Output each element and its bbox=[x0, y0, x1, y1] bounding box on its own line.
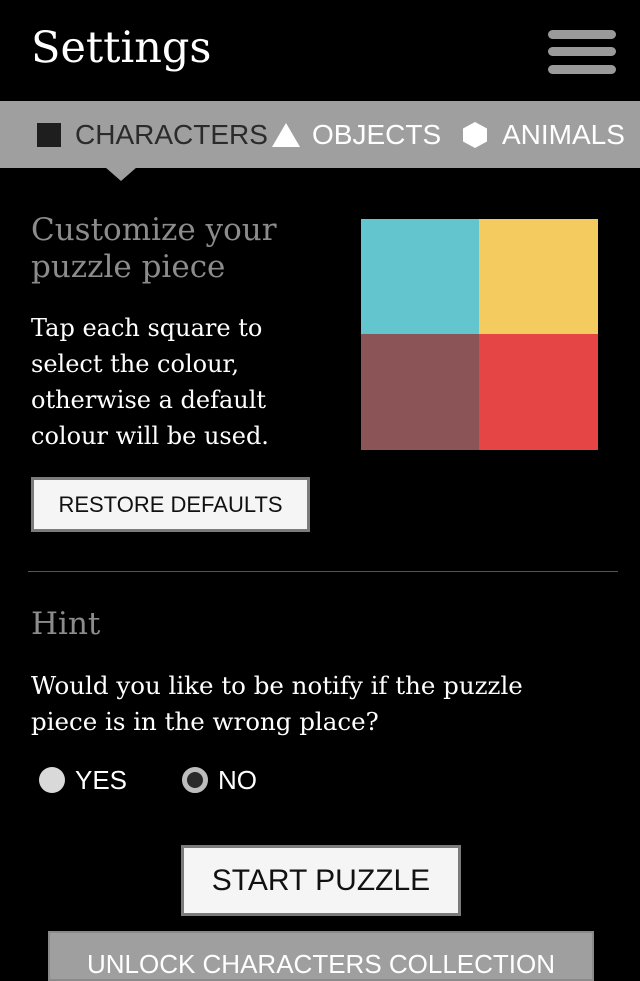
radio-selected-icon bbox=[182, 767, 208, 793]
unlock-collection-button[interactable]: UNLOCK CHARACTERS COLLECTION bbox=[48, 931, 594, 981]
radio-label: YES bbox=[75, 764, 128, 795]
customize-title: Customize your bbox=[31, 212, 277, 248]
start-puzzle-button[interactable]: START PUZZLE bbox=[181, 845, 461, 916]
hamburger-menu-icon[interactable] bbox=[548, 28, 616, 76]
tab-label: ANIMALS bbox=[502, 118, 625, 150]
tab-animals[interactable]: ANIMALS bbox=[462, 101, 625, 168]
tab-label: OBJECTS bbox=[312, 118, 442, 150]
hint-question: piece is in the wrong place? bbox=[31, 707, 379, 736]
app-header: Settings bbox=[0, 0, 640, 101]
hint-title: Hint bbox=[31, 606, 101, 642]
customize-description: colour will be used. bbox=[31, 422, 269, 450]
hint-question: Would you like to be notify if the puzzl… bbox=[31, 671, 523, 700]
radio-unselected-icon bbox=[39, 767, 65, 793]
category-tabs: CHARACTERS OBJECTS ANIMALS bbox=[0, 101, 640, 168]
section-divider bbox=[28, 571, 618, 572]
restore-defaults-button[interactable]: RESTORE DEFAULTS bbox=[31, 477, 310, 532]
tab-characters[interactable]: CHARACTERS bbox=[37, 101, 268, 168]
hint-yes-radio[interactable]: YES bbox=[39, 764, 127, 796]
color-square-bottom-right[interactable] bbox=[479, 334, 598, 450]
color-square-top-left[interactable] bbox=[361, 219, 479, 334]
active-tab-pointer bbox=[105, 167, 137, 181]
color-square-top-right[interactable] bbox=[479, 219, 598, 334]
customize-description: otherwise a default bbox=[31, 386, 267, 414]
puzzle-piece-preview bbox=[361, 219, 598, 450]
hint-no-radio[interactable]: NO bbox=[182, 764, 257, 796]
triangle-icon bbox=[272, 122, 300, 147]
tab-label: CHARACTERS bbox=[75, 118, 268, 150]
hexagon-icon bbox=[463, 121, 487, 148]
page-title: Settings bbox=[31, 23, 212, 73]
tab-objects[interactable]: OBJECTS bbox=[272, 101, 441, 168]
radio-label: NO bbox=[218, 764, 257, 795]
customize-title: puzzle piece bbox=[31, 249, 226, 285]
color-square-bottom-left[interactable] bbox=[361, 334, 479, 450]
square-icon bbox=[37, 122, 61, 147]
customize-description: Tap each square to bbox=[31, 314, 263, 342]
customize-description: select the colour, bbox=[31, 350, 239, 378]
